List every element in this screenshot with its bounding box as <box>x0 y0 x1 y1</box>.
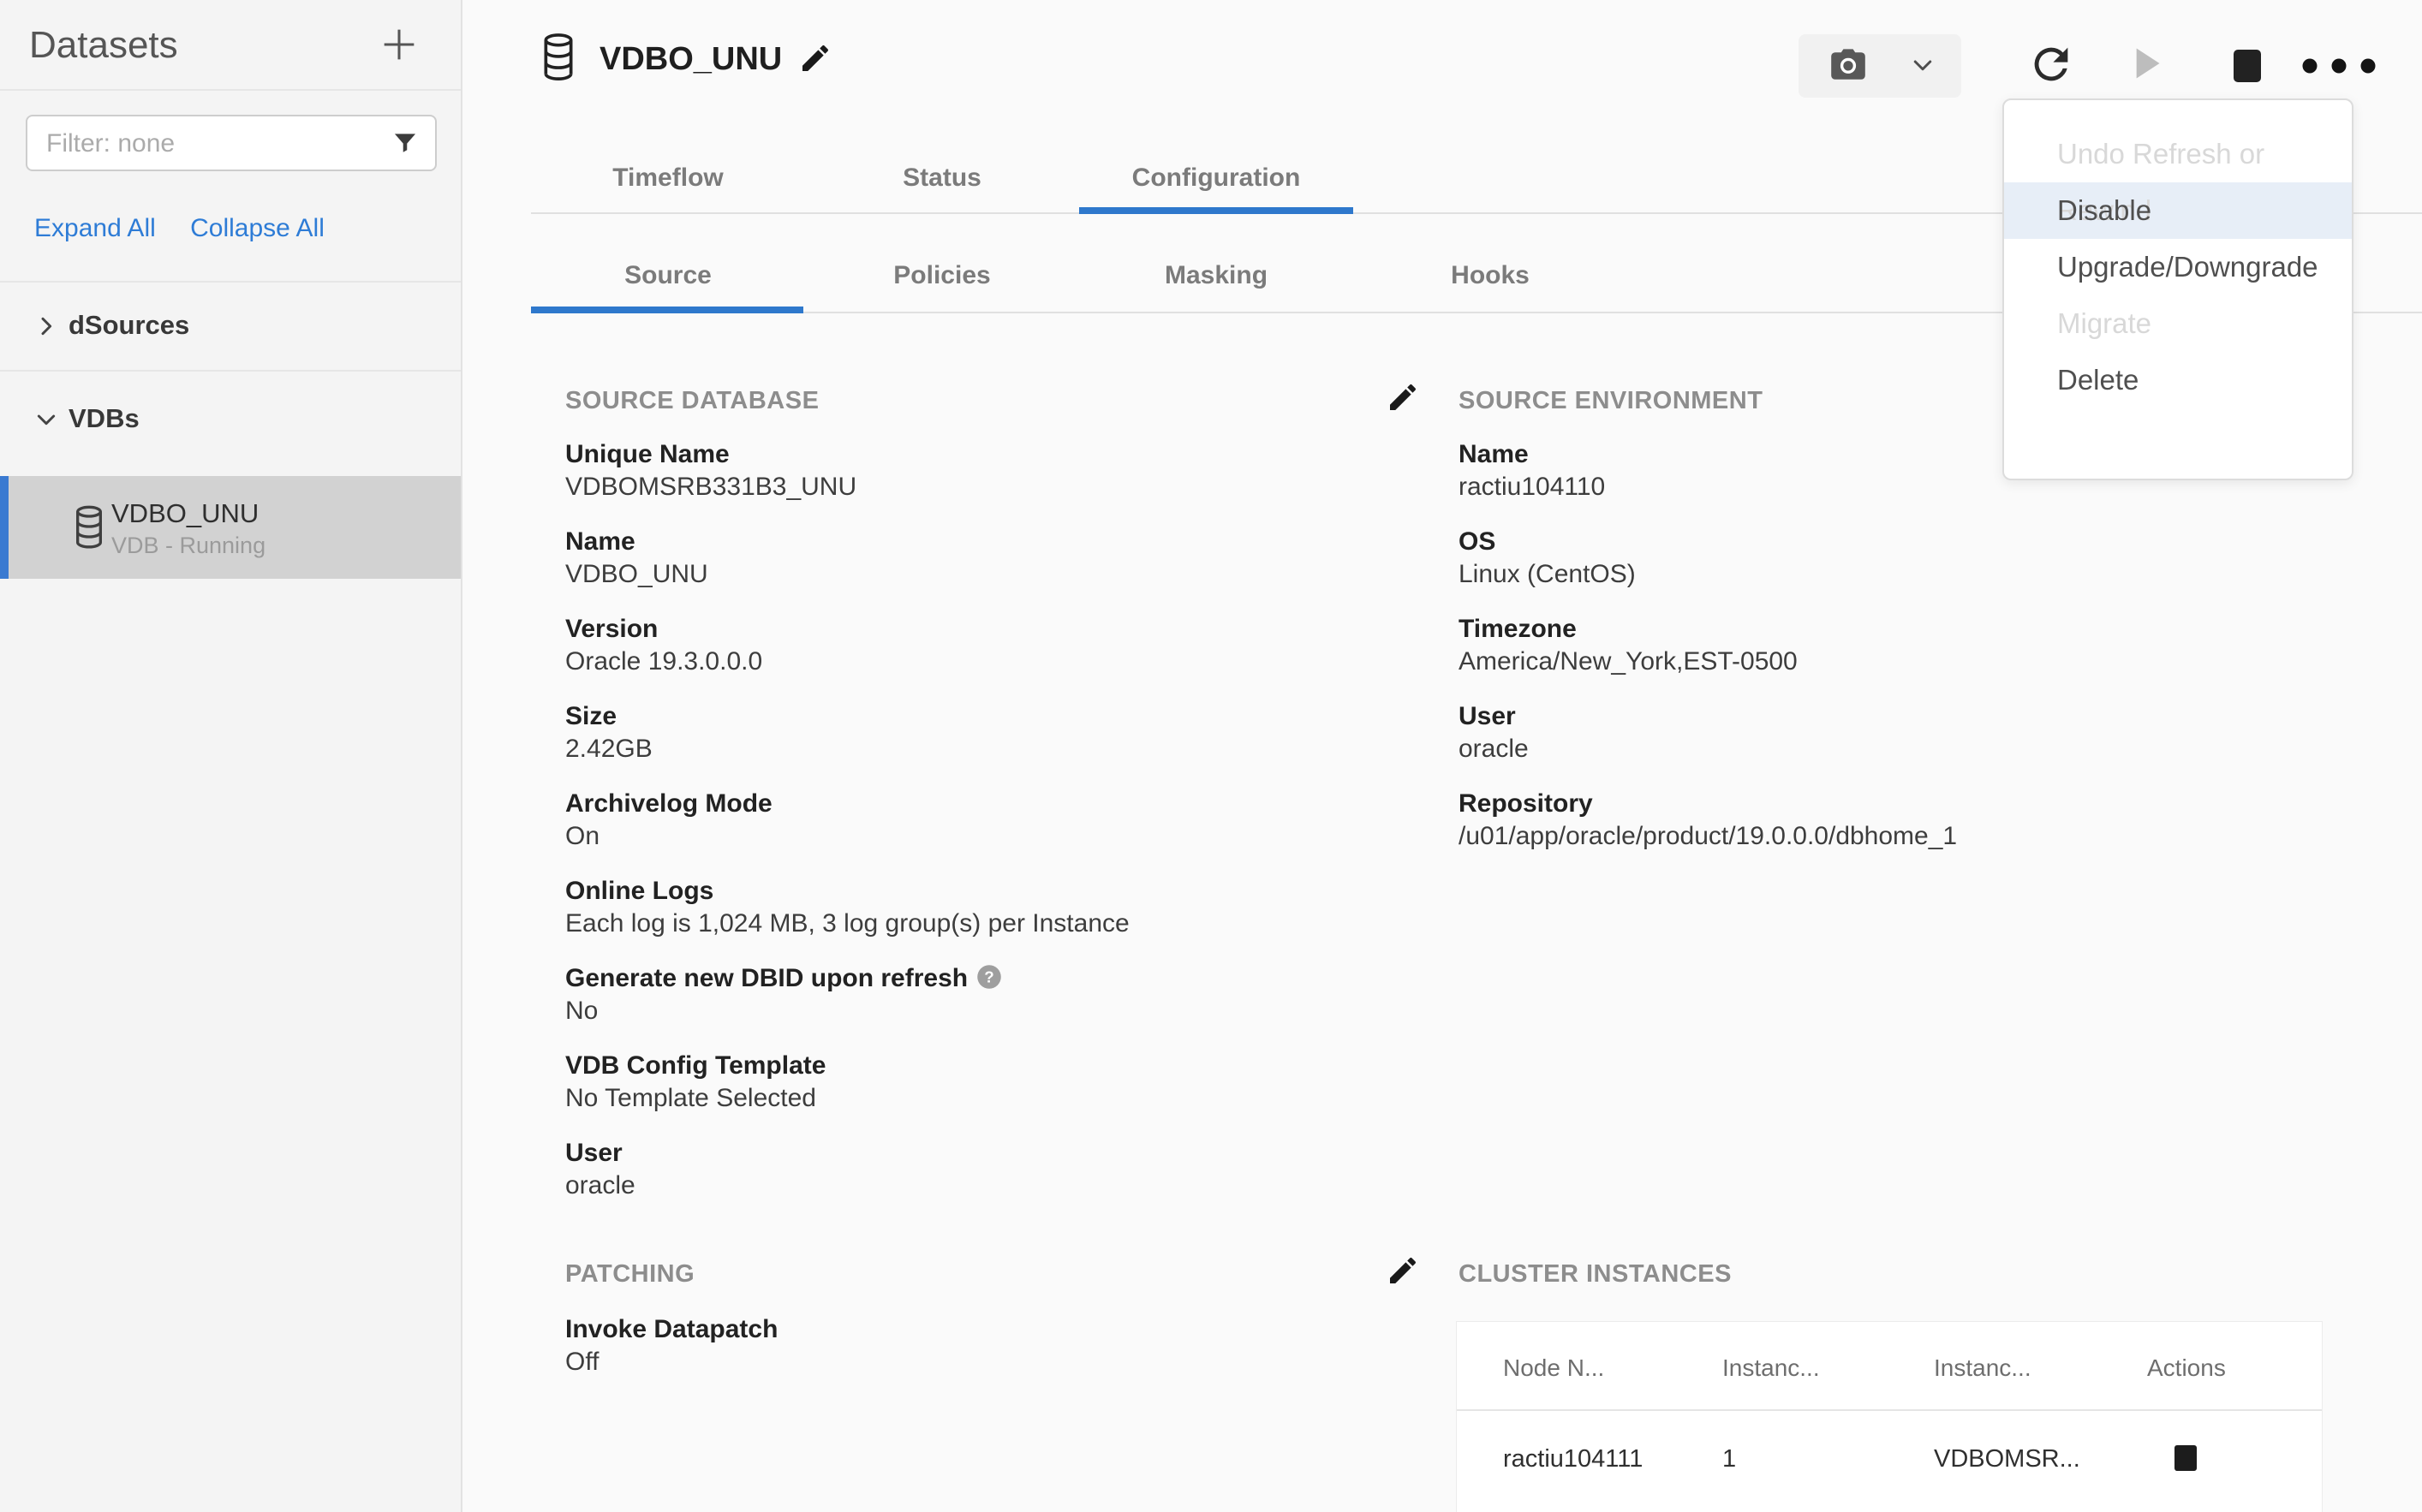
field-version: Version Oracle 19.3.0.0.0 <box>565 613 1387 678</box>
patching-header: PATCHING <box>565 1260 695 1289</box>
tab-status[interactable]: Status <box>805 144 1079 212</box>
funnel-icon[interactable] <box>391 128 420 158</box>
menu-item-disable[interactable]: Disable <box>2004 182 2352 239</box>
tab-timeflow[interactable]: Timeflow <box>531 144 805 212</box>
filter-box <box>26 115 437 171</box>
menu-item-migrate: Migrate <box>2004 295 2352 352</box>
field-archivelog-mode: Archivelog Mode On <box>565 788 1387 853</box>
play-icon <box>2121 39 2172 87</box>
more-actions-button[interactable] <box>2299 39 2350 91</box>
subtab-policies[interactable]: Policies <box>805 241 1079 310</box>
active-subtab-indicator <box>531 307 803 313</box>
field-generate-new-dbid: Generate new DBID upon refresh? No <box>565 962 1387 1027</box>
source-environment-header: SOURCE ENVIRONMENT <box>1459 387 1763 415</box>
subtab-hooks[interactable]: Hooks <box>1353 241 1627 310</box>
row-stop-icon[interactable] <box>2174 1445 2197 1471</box>
column-header-actions: Actions <box>2147 1354 2226 1382</box>
menu-item-undo-refresh: Undo Refresh or Rewind <box>2004 126 2352 182</box>
edit-source-database-button[interactable] <box>1386 380 1420 414</box>
sidebar-item-dsources[interactable]: dSources <box>0 281 461 372</box>
subtab-source[interactable]: Source <box>531 241 805 310</box>
chevron-down-icon[interactable] <box>1910 55 1936 77</box>
field-invoke-datapatch: Invoke Datapatch Off <box>565 1313 1387 1378</box>
pencil-icon <box>1386 1253 1420 1288</box>
selected-indicator <box>0 476 9 579</box>
help-icon[interactable]: ? <box>976 964 1002 990</box>
camera-icon[interactable] <box>1828 46 1869 86</box>
snapshot-button-group[interactable] <box>1799 34 1961 98</box>
active-tab-indicator <box>1079 207 1353 214</box>
start-button[interactable] <box>2121 39 2172 91</box>
sidebar-item-vdbs[interactable]: VDBs <box>0 373 461 466</box>
tree-links: Expand All Collapse All <box>34 214 325 243</box>
refresh-icon <box>2026 39 2078 89</box>
field-user: User oracle <box>565 1137 1387 1202</box>
chevron-right-icon <box>33 313 60 340</box>
sidebar-title: Datasets <box>29 24 178 67</box>
subtab-masking[interactable]: Masking <box>1079 241 1353 310</box>
cell-node-name: ractiu104111 <box>1503 1445 1643 1473</box>
field-env-repository: Repository /u01/app/oracle/product/19.0.… <box>1459 788 2281 853</box>
dsources-label: dSources <box>69 310 189 341</box>
more-actions-menu: Undo Refresh or Rewind Disable Upgrade/D… <box>2002 98 2353 480</box>
column-header-node-name: Node N... <box>1503 1354 1604 1382</box>
field-online-logs: Online Logs Each log is 1,024 MB, 3 log … <box>565 875 1387 940</box>
patching-fields: Invoke Datapatch Off <box>565 1313 1387 1401</box>
app-root: Datasets Expand All Collapse All <box>0 0 2422 1512</box>
edit-title-button[interactable] <box>798 41 832 75</box>
svg-text:?: ? <box>984 967 993 985</box>
menu-item-upgrade-downgrade[interactable]: Upgrade/Downgrade <box>2004 239 2352 295</box>
column-header-instance-number: Instanc... <box>1722 1354 1820 1382</box>
ellipsis-icon <box>2300 58 2384 74</box>
datasets-sidebar: Datasets Expand All Collapse All <box>0 0 462 1512</box>
field-env-timezone: Timezone America/New_York,EST-0500 <box>1459 613 2281 678</box>
plus-icon <box>377 22 421 67</box>
filter-input[interactable] <box>45 116 382 171</box>
expand-all-link[interactable]: Expand All <box>34 214 156 242</box>
chevron-down-icon <box>33 406 60 433</box>
source-database-fields: Unique Name VDBOMSRB331B3_UNU Name VDBO_… <box>565 438 1387 1224</box>
refresh-button[interactable] <box>2026 39 2078 91</box>
source-environment-fields: Name ractiu104110 OS Linux (CentOS) Time… <box>1459 438 2281 875</box>
cell-instance-name: VDBOMSR... <box>1934 1445 2080 1473</box>
field-env-user: User oracle <box>1459 700 2281 765</box>
cluster-instances-header: CLUSTER INSTANCES <box>1459 1260 1732 1289</box>
vdbs-label: VDBs <box>69 403 140 434</box>
database-icon <box>72 503 106 551</box>
column-header-instance-name: Instanc... <box>1934 1354 2031 1382</box>
stop-icon <box>2234 50 2261 82</box>
stop-button[interactable] <box>2222 39 2273 91</box>
pencil-icon <box>1386 380 1420 414</box>
collapse-all-link[interactable]: Collapse All <box>190 214 325 242</box>
menu-item-delete[interactable]: Delete <box>2004 352 2352 408</box>
add-dataset-button[interactable] <box>377 22 421 67</box>
field-unique-name: Unique Name VDBOMSRB331B3_UNU <box>565 438 1387 503</box>
field-size: Size 2.42GB <box>565 700 1387 765</box>
edit-patching-button[interactable] <box>1386 1253 1420 1288</box>
vdb-status: VDB - Running <box>111 533 265 559</box>
field-name: Name VDBO_UNU <box>565 526 1387 591</box>
pencil-icon <box>798 41 832 75</box>
source-database-header: SOURCE DATABASE <box>565 387 819 415</box>
cluster-instances-table: Node N... Instanc... Instanc... Actions … <box>1456 1321 2323 1512</box>
table-header-divider <box>1457 1409 2322 1411</box>
sidebar-item-vdbo-unu[interactable]: VDBO_UNU VDB - Running <box>0 476 461 579</box>
field-vdb-config-template: VDB Config Template No Template Selected <box>565 1050 1387 1115</box>
vdb-name: VDBO_UNU <box>111 498 259 529</box>
tab-configuration[interactable]: Configuration <box>1079 144 1353 212</box>
sidebar-header: Datasets <box>0 0 461 91</box>
database-icon <box>540 31 577 84</box>
field-env-os: OS Linux (CentOS) <box>1459 526 2281 591</box>
cell-instance-number: 1 <box>1722 1445 1736 1473</box>
page-title: VDBO_UNU <box>600 41 782 78</box>
main-panel: VDBO_UNU <box>464 0 2422 1512</box>
